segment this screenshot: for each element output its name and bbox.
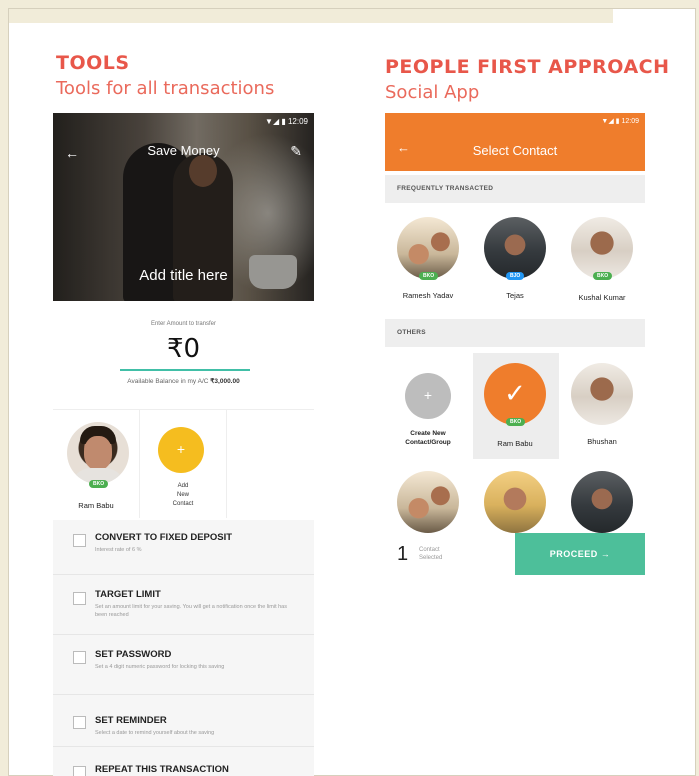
people-first-subtitle: Social App: [385, 82, 480, 103]
selected-count: 1: [397, 543, 409, 565]
contact-name: Bhushan: [587, 437, 617, 446]
others-header: OTHERS: [385, 319, 645, 347]
page-top-band: [9, 9, 613, 23]
saving-options: CONVERT TO FIXED DEPOSIT Interest rate o…: [53, 520, 314, 776]
contact-name: Ram Babu: [78, 501, 114, 510]
status-bar: ▼◢ ▮ 12:09: [265, 117, 308, 126]
available-balance: Available Balance in my A/C ₹3,000.00: [127, 378, 240, 385]
checkbox[interactable]: [73, 766, 86, 776]
plus-icon: +: [158, 427, 204, 473]
contact-card-ram-babu[interactable]: BKO Ram Babu: [53, 410, 140, 518]
contact-name: Tejas: [506, 291, 524, 300]
app-bar: ▼◢ ▮ 12:09 ← Select Contact: [385, 113, 645, 171]
checkbox[interactable]: [73, 716, 86, 729]
amount-input[interactable]: ₹0: [53, 334, 314, 364]
frequently-transacted-header: FREQUENTLY TRANSACTED: [385, 175, 645, 203]
create-contact-label: Create New Contact/Group: [405, 430, 451, 446]
amount-underline: [120, 369, 250, 371]
contact-name: Ram Babu: [497, 439, 533, 448]
edit-pencil-icon[interactable]: ✎: [290, 143, 302, 160]
bank-badge: BKO: [593, 272, 613, 280]
add-contact-label: Add New Contact: [172, 483, 194, 507]
contact-name: Kushal Kumar: [578, 293, 626, 302]
tools-subtitle: Tools for all transactions: [56, 78, 275, 99]
selection-bar: 1 Contact Selected PROCEED →: [385, 533, 645, 575]
contact-cards: BKO Ram Babu + Add New Contact: [53, 409, 314, 518]
screen-title: Save Money: [147, 143, 220, 158]
bank-badge: BKO: [89, 480, 109, 488]
avatar: [571, 217, 633, 279]
avatar: [397, 217, 459, 279]
avatar: [571, 471, 633, 533]
add-title-field[interactable]: Add title here: [53, 267, 314, 284]
checkbox[interactable]: [73, 534, 86, 547]
tools-title: TOOLS: [56, 52, 130, 74]
bank-badge: BJO: [506, 272, 525, 280]
proceed-button[interactable]: PROCEED →: [515, 533, 645, 575]
avatar: [397, 471, 459, 533]
avatar: [484, 471, 546, 533]
add-contact-card[interactable]: + Add New Contact: [140, 410, 227, 518]
checkbox[interactable]: [73, 651, 86, 664]
social-app-screen: ▼◢ ▮ 12:09 ← Select Contact FREQUENTLY T…: [385, 113, 645, 575]
avatar: [484, 217, 546, 279]
amount-hint: Enter Amount to transfer: [150, 321, 217, 327]
contact-name: Ramesh Yadav: [402, 291, 454, 300]
screen-title: Select Contact: [472, 143, 558, 158]
checkbox[interactable]: [73, 592, 86, 605]
bank-badge: BKO: [506, 418, 526, 426]
people-first-title: PEOPLE FIRST APPROACH: [385, 56, 670, 78]
hero-photo[interactable]: ▼◢ ▮ 12:09 ← Save Money ✎ Add title here: [53, 113, 314, 301]
empty-card: [227, 410, 314, 518]
avatar: [67, 422, 129, 484]
selected-count-label: Contact Selected: [419, 547, 443, 561]
bank-badge: BKO: [419, 272, 439, 280]
check-icon: ✓: [484, 363, 546, 425]
plus-icon: +: [405, 373, 451, 419]
avatar: [571, 363, 633, 425]
page-margin: [0, 0, 8, 776]
status-bar: ▼◢ ▮ 12:09: [601, 118, 639, 125]
